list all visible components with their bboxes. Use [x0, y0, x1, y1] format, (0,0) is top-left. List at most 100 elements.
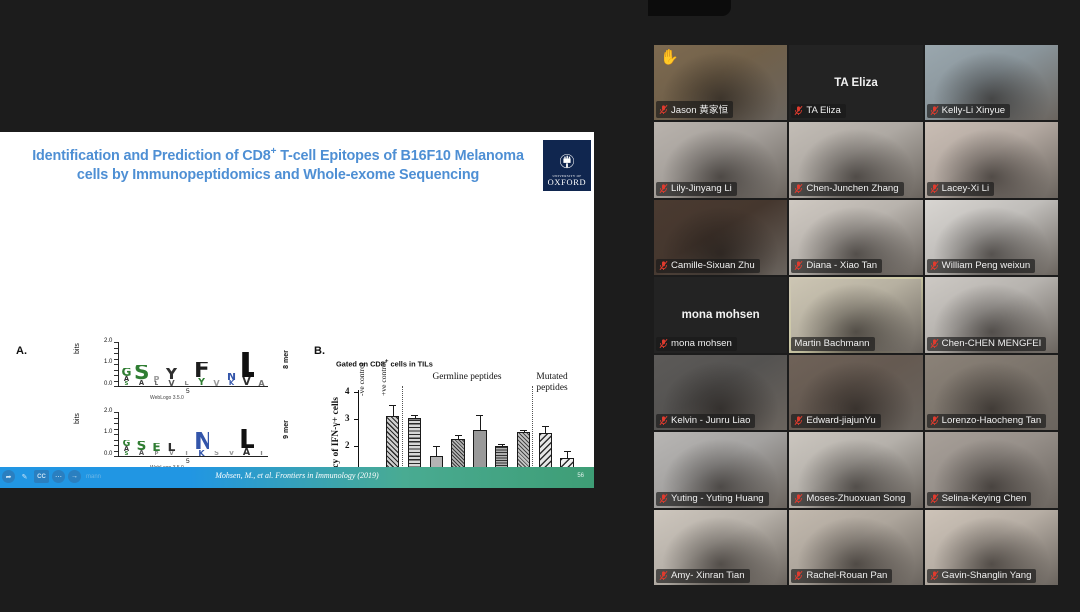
weblogo-column: A — [254, 380, 269, 386]
weblogo-9mer: bits2.01.00.0GASSAEPLVTNKSVLAI5WebLogo 3… — [74, 408, 290, 472]
weblogo-8mer: bits 2.0 1.0 0.0 G A S S A P L Y V L F Y V N K L V A 5 WebLogo … — [74, 338, 290, 402]
participant-tile[interactable]: Amy- Xinran Tian — [654, 509, 788, 585]
slide-citation: Mohsen, M., et al. Frontiers in Immunolo… — [215, 471, 379, 480]
chart-group-label-germline: Germline peptides — [432, 372, 502, 382]
chart-error-bar — [523, 430, 525, 432]
participant-name: William Peng weixun — [941, 260, 1031, 272]
weblogo-ytick-mid: 1.0 — [104, 359, 113, 365]
participant-tile[interactable]: Camille-Sixuan Zhu — [654, 199, 788, 276]
participant-name: Lorenzo-Haocheng Tan — [941, 415, 1042, 427]
chart-error-bar — [567, 451, 569, 459]
weblogo-column: YV — [164, 368, 179, 386]
oxford-logo: UNIVERSITY OF OXFORD — [543, 140, 591, 191]
weblogo-columns: GASSAPLYV L FY V NKLV A — [119, 342, 267, 386]
participant-name: Jason 黄家恒 — [671, 105, 729, 117]
weblogo-column: NK — [224, 373, 239, 386]
participant-name-bar: Kelvin - Junru Liao — [656, 414, 756, 429]
mic-muted-icon — [659, 415, 668, 426]
weblogo-y-label: bits — [74, 413, 81, 424]
participant-tile[interactable]: Diana - Xiao Tan — [789, 199, 923, 276]
participant-name: Diana - Xiao Tan — [806, 260, 878, 272]
chart-error-cap — [454, 435, 462, 437]
slide-footer: ➦ ✎ CC ⋯ → mann Mohsen, M., et al. Front… — [0, 467, 594, 488]
participant-name-bar: Selina-Keying Chen — [926, 491, 1032, 506]
participant-name-bar: Lacey-Xi Li — [926, 181, 995, 196]
participant-name-bar: Rachel-Rouan Pan — [791, 569, 893, 583]
mic-muted-icon — [659, 493, 668, 503]
mic-muted-icon — [794, 570, 803, 581]
participant-name: Kelvin - Junru Liao — [671, 415, 751, 427]
mic-muted-icon — [659, 261, 668, 271]
weblogo-column: S — [209, 451, 224, 456]
weblogo-baseline — [118, 386, 268, 388]
participant-name: Kelly-Li Xinyue — [941, 105, 1006, 117]
oxford-logo-name: OXFORD — [547, 178, 587, 187]
weblogo-residue: I — [260, 451, 263, 456]
participant-tile[interactable]: Kelvin - Junru Liao — [654, 354, 788, 431]
chart-error-bar — [479, 415, 481, 430]
participant-grid: ✋ Jason 黄家恒 TA Eliza TA Eliza Kelly-Li Xinyu… — [654, 45, 1058, 585]
shared-screen-stage[interactable]: Identification and Prediction of CD8+ T-… — [0, 0, 648, 612]
mic-muted-icon — [930, 183, 939, 194]
weblogo-residue: A — [258, 380, 265, 386]
weblogo-side-label: 9 mer — [283, 420, 291, 439]
participant-name: Selina-Keying Chen — [941, 492, 1027, 504]
participant-tile[interactable]: William Peng weixun — [924, 199, 1058, 276]
participant-tile[interactable]: Gavin-Shanglin Yang — [924, 509, 1058, 585]
participant-tile[interactable]: Moses-Zhuoxuan Song — [789, 432, 923, 508]
participant-tile[interactable]: Lorenzo-Haocheng Tan — [924, 354, 1058, 431]
chart-error-bar — [436, 446, 438, 456]
participant-tile[interactable]: Lily-Jinyang Li — [654, 122, 788, 198]
mic-muted-icon — [930, 493, 939, 503]
participant-name-bar: Amy- Xinran Tian — [656, 569, 750, 583]
participant-name-bar: Lily-Jinyang Li — [656, 181, 737, 196]
participant-tile[interactable]: Rachel-Rouan Pan — [789, 509, 923, 585]
participant-name-bar: Diana - Xiao Tan — [791, 259, 883, 274]
chart-error-cap — [520, 429, 527, 431]
participant-name-bar: Gavin-Shanglin Yang — [926, 569, 1037, 583]
weblogo-residue: V — [213, 380, 220, 386]
participant-tile[interactable]: Edward-jiajunYu — [789, 354, 923, 431]
participant-tile[interactable]: Lacey-Xi Li — [924, 122, 1058, 198]
participant-tile[interactable]: Chen-Junchen Zhang — [789, 122, 923, 198]
participant-name-bar: mona mohsen — [656, 336, 737, 351]
oxford-crest-icon — [559, 154, 575, 169]
weblogo-residue: V — [228, 451, 235, 456]
participant-tile[interactable]: ✋ Jason 黄家恒 — [654, 45, 788, 121]
weblogo-y-label: bits — [74, 343, 81, 354]
participant-tile[interactable]: Selina-Keying Chen — [924, 432, 1058, 508]
participant-name-bar: Moses-Zhuoxuan Song — [791, 491, 911, 506]
participant-tile[interactable]: Yuting - Yuting Huang — [654, 432, 788, 508]
participant-name-bar: Jason 黄家恒 — [656, 101, 734, 119]
weblogo-source: WebLogo 3.5.0 — [150, 395, 184, 401]
participant-tile[interactable]: Chen-CHEN MENGFEI — [924, 277, 1058, 353]
weblogo-column: FY — [194, 362, 209, 386]
presentation-slide[interactable]: Identification and Prediction of CD8+ T-… — [0, 132, 594, 488]
slide-title-part2: cells by Immunopeptidomics and Whole-exo… — [76, 166, 480, 183]
weblogo-ytick-min: 0.0 — [104, 451, 113, 457]
weblogo-column: SA — [134, 365, 149, 386]
mic-muted-icon — [794, 106, 803, 116]
weblogo-residue: S — [214, 451, 219, 456]
weblogo-column: LV — [164, 443, 179, 456]
weblogo-ytick-max: 2.0 — [104, 408, 113, 414]
participant-name: Chen-CHEN MENGFEI — [941, 337, 1042, 349]
participant-name-bar: William Peng weixun — [926, 259, 1036, 274]
mic-muted-icon — [930, 415, 939, 426]
chart-group-label-mutated: Mutated peptides — [536, 372, 568, 393]
chart-error-cap — [476, 414, 484, 416]
participant-tile[interactable]: Martin Bachmann — [789, 277, 923, 353]
participant-tile[interactable]: TA Eliza TA Eliza — [789, 45, 923, 121]
participant-tile[interactable]: Kelly-Li Xinyue — [924, 45, 1058, 121]
weblogo-column: T — [179, 451, 194, 456]
participant-tile[interactable]: mona mohsen mona mohsen — [654, 277, 788, 353]
participant-name: Amy- Xinran Tian — [671, 570, 745, 581]
mic-muted-icon — [794, 183, 803, 194]
weblogo-residue: S — [124, 381, 129, 386]
weblogo-column: V — [224, 451, 239, 456]
participant-name-bar: Camille-Sixuan Zhu — [656, 259, 760, 274]
weblogo-column: GAS — [119, 368, 134, 386]
participant-name-bar: Edward-jiajunYu — [791, 414, 881, 429]
slide-number: 56 — [577, 473, 584, 479]
chart-error-cap — [411, 414, 418, 416]
